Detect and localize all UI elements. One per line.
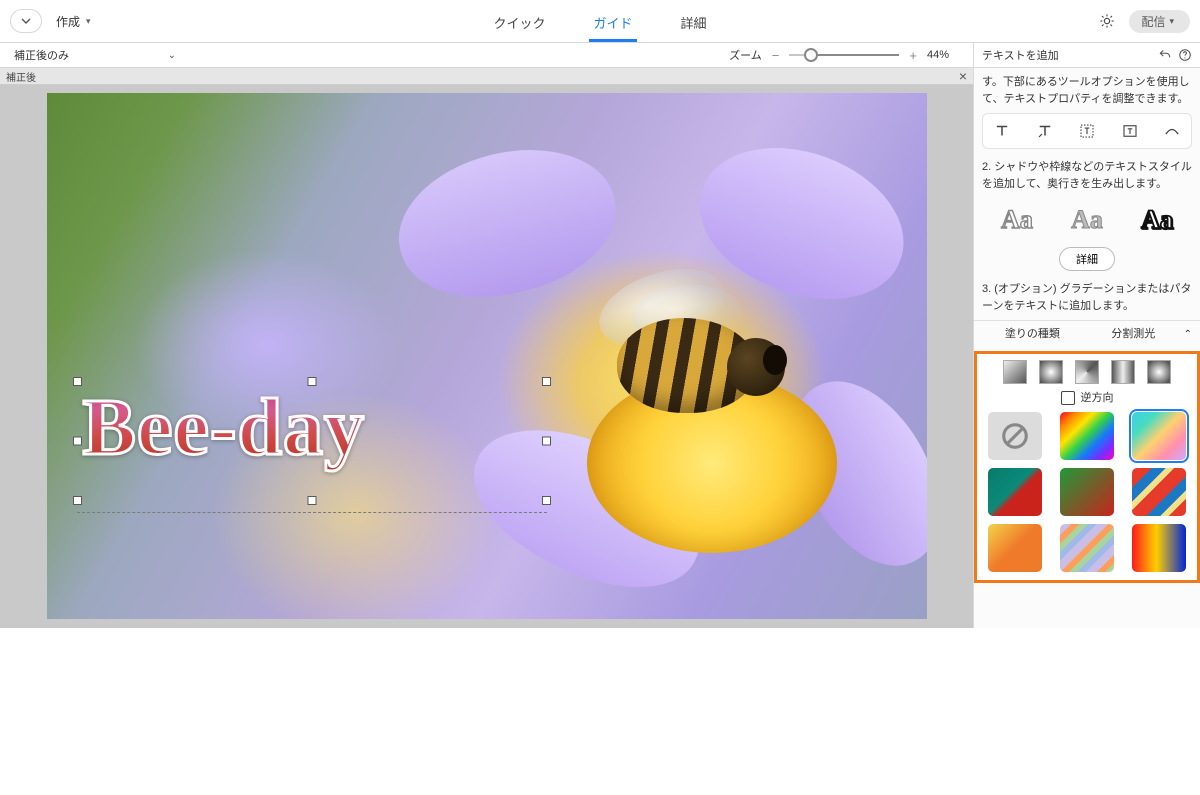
swatch-candy[interactable] (1060, 524, 1114, 572)
fill-type-tab[interactable]: 塗りの種類 (982, 326, 1083, 343)
text-mask-tool[interactable] (1117, 119, 1143, 143)
resize-handle[interactable] (542, 496, 551, 505)
tab-quick[interactable]: クイック (489, 1, 549, 42)
reverse-checkbox[interactable] (1061, 391, 1075, 405)
gradient-style-row (983, 360, 1191, 384)
zoom-in-icon[interactable]: + (909, 48, 917, 63)
view-mode-dropdown[interactable]: 補正後のみ ⌄ (0, 47, 184, 63)
style-preset-emboss[interactable]: Aa (1071, 200, 1103, 239)
style-preset-shadow[interactable]: Aa (1141, 200, 1173, 239)
bee-illustration (577, 283, 787, 443)
share-label: 配信 (1141, 13, 1165, 30)
split-meter-tab[interactable]: 分割測光 (1083, 326, 1184, 343)
resize-handle[interactable] (542, 377, 551, 386)
text-selection-tool[interactable] (1074, 119, 1100, 143)
create-menu[interactable]: 作成 ▾ (56, 13, 91, 30)
swatch-sunset[interactable] (988, 524, 1042, 572)
undo-icon[interactable] (1158, 48, 1172, 62)
horizontal-text-tool[interactable] (989, 119, 1015, 143)
gradient-style-linear[interactable] (1003, 360, 1027, 384)
reverse-row: 逆方向 (983, 390, 1191, 407)
brightness-icon[interactable] (1099, 13, 1115, 29)
step3-text: 3. (オプション) グラデーションまたはパターンをテキストに追加します。 (982, 281, 1192, 314)
main-area: 補正後 × Bee-day (0, 68, 1200, 628)
resize-handle[interactable] (542, 437, 551, 446)
style-preset-row: Aa Aa Aa (982, 200, 1192, 239)
resize-handle[interactable] (73, 437, 82, 446)
gradient-style-radial[interactable] (1039, 360, 1063, 384)
resize-handle[interactable] (73, 377, 82, 386)
top-toolbar: 作成 ▾ クイック ガイド 詳細 配信 ▾ (0, 0, 1200, 43)
gradient-style-angle[interactable] (1075, 360, 1099, 384)
reverse-label: 逆方向 (1081, 390, 1114, 407)
canvas-area: 補正後 × Bee-day (0, 68, 973, 628)
swatch-rainbow[interactable] (1060, 412, 1114, 460)
swatch-primary[interactable] (1132, 524, 1186, 572)
panel-title: テキストを追加 (982, 47, 1059, 63)
selection-box[interactable] (77, 381, 547, 501)
resize-handle[interactable] (307, 496, 316, 505)
vertical-text-tool[interactable] (1032, 119, 1058, 143)
chevron-up-icon[interactable]: ⌃ (1184, 327, 1192, 342)
zoom-value: 44% (927, 49, 949, 61)
share-button[interactable]: 配信 ▾ (1129, 10, 1190, 33)
app-menu-button[interactable] (10, 9, 42, 33)
swatch-green-red[interactable] (1060, 468, 1114, 516)
tab-guide[interactable]: ガイド (589, 1, 636, 42)
step1-text: す。下部にあるツールオプションを使用して、テキストプロパティを調整できます。 (982, 74, 1192, 107)
zoom-label: ズーム (729, 47, 762, 63)
close-icon[interactable]: × (959, 69, 967, 83)
zoom-slider[interactable] (789, 49, 899, 61)
step2-text: 2. シャドウや枠線などのテキストスタイルを追加して、奥行きを生み出します。 (982, 159, 1192, 192)
view-mode-label: 補正後のみ (14, 47, 69, 63)
canvas-tab-label: 補正後 (6, 69, 36, 84)
style-preset-outline[interactable]: Aa (1001, 200, 1033, 239)
chevron-down-icon: ▾ (1169, 16, 1174, 27)
accordion-header: 塗りの種類 分割測光 ⌃ (974, 320, 1200, 347)
photo-canvas[interactable]: Bee-day (47, 93, 927, 619)
mode-tabs: クイック ガイド 詳細 (0, 0, 1200, 42)
resize-handle[interactable] (73, 496, 82, 505)
create-label: 作成 (56, 13, 80, 30)
gradient-swatches (983, 412, 1191, 572)
chevron-down-icon: ⌄ (168, 50, 176, 61)
help-icon[interactable] (1178, 48, 1192, 62)
sub-toolbar: 補正後のみ ⌄ ズーム − + 44% テキストを追加 (0, 43, 1200, 68)
canvas-viewport[interactable]: Bee-day (0, 85, 973, 628)
panel-header: テキストを追加 (973, 43, 1200, 67)
swatch-teal-red[interactable] (988, 468, 1042, 516)
gradient-panel: 逆方向 (974, 351, 1200, 584)
gradient-style-diamond[interactable] (1147, 360, 1171, 384)
resize-handle[interactable] (307, 377, 316, 386)
canvas-tab: 補正後 × (0, 68, 973, 85)
baseline-guide (77, 512, 547, 513)
swatch-pastel[interactable] (1132, 412, 1186, 460)
text-tool-row (982, 113, 1192, 149)
swatch-none[interactable] (988, 412, 1042, 460)
detail-button[interactable]: 詳細 (1059, 247, 1115, 271)
text-path-tool[interactable] (1159, 119, 1185, 143)
gradient-style-reflected[interactable] (1111, 360, 1135, 384)
zoom-out-icon[interactable]: − (772, 48, 780, 63)
right-panel: す。下部にあるツールオプションを使用して、テキストプロパティを調整できます。 2… (973, 68, 1200, 628)
swatch-stripes[interactable] (1132, 468, 1186, 516)
tab-detail[interactable]: 詳細 (677, 1, 711, 42)
chevron-down-icon: ▾ (86, 16, 91, 27)
